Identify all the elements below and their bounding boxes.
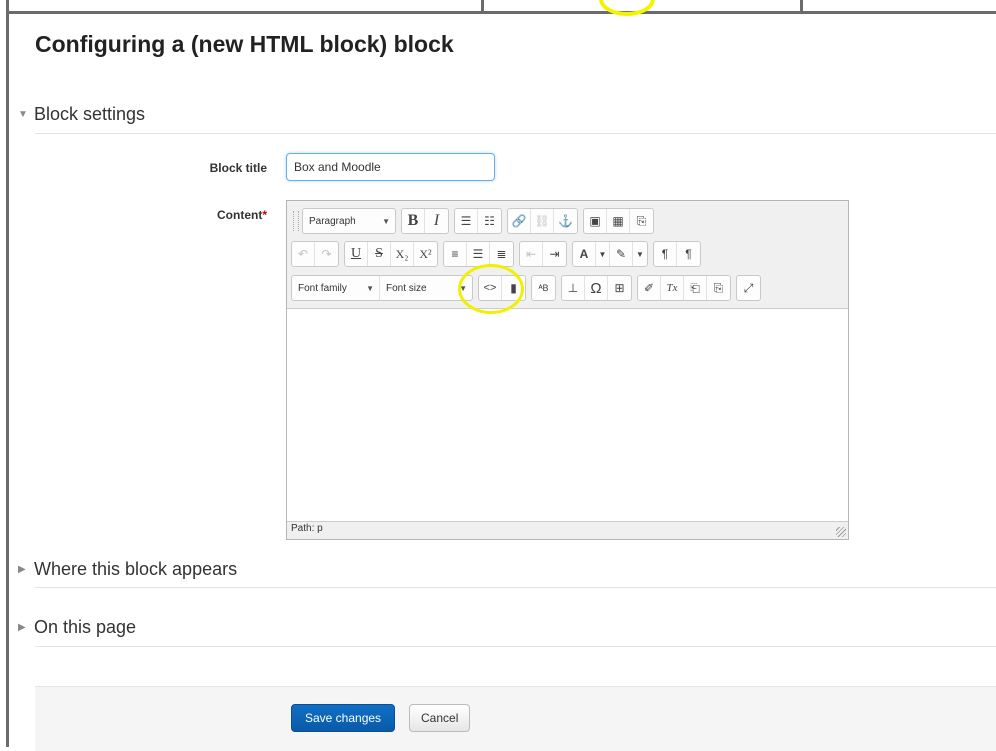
save-changes-button[interactable]: Save changes bbox=[291, 704, 396, 732]
content-label: Content* bbox=[217, 208, 267, 222]
font-size-select[interactable]: Font size ▼ bbox=[380, 276, 472, 300]
align-left-icon[interactable]: ≡ bbox=[444, 242, 467, 266]
indent-icon[interactable]: ⇥ bbox=[543, 242, 566, 266]
color-group: A ▼ ✎ ▼ bbox=[572, 241, 648, 267]
chevron-down-icon: ▼ bbox=[366, 283, 374, 293]
source-group: <> ▮ bbox=[478, 275, 526, 301]
fullscreen-icon[interactable]: ⤢ bbox=[737, 276, 760, 300]
paste-word-icon[interactable]: ⎘ bbox=[707, 276, 730, 300]
block-title-label: Block title bbox=[209, 161, 267, 175]
clean-group: ✐ Tx ⎗ ⎘ bbox=[637, 275, 731, 301]
page-title: Configuring a (new HTML block) block bbox=[35, 31, 454, 57]
chevron-down-icon: ▼ bbox=[382, 216, 390, 226]
numbered-list-icon[interactable]: ☷ bbox=[478, 209, 501, 233]
divider bbox=[35, 646, 996, 647]
path-status: Path: p bbox=[291, 523, 323, 534]
collapsed-triangle-icon: ▶ bbox=[18, 622, 26, 633]
section-label: Where this block appears bbox=[34, 559, 238, 579]
screenshot-frame-left bbox=[0, 0, 9, 747]
section-label: On this page bbox=[34, 617, 137, 637]
spellcheck-icon[interactable]: ▮ bbox=[502, 276, 525, 300]
section-where-appears[interactable]: ▶ Where this block appears bbox=[18, 559, 237, 580]
highlight-arc bbox=[599, 0, 655, 16]
clear-format-icon[interactable]: Tx bbox=[661, 276, 684, 300]
form-footer bbox=[35, 686, 996, 751]
link-group: 🔗 ⛓ ⚓ bbox=[507, 208, 578, 234]
rtl-icon[interactable]: ¶ bbox=[677, 242, 700, 266]
callout-box bbox=[481, 0, 803, 16]
content-edit-area[interactable] bbox=[287, 308, 848, 522]
direction-group: ¶ ¶ bbox=[653, 241, 701, 267]
special-char-icon[interactable]: Ω bbox=[585, 276, 608, 300]
section-block-settings[interactable]: ▼ Block settings bbox=[18, 104, 145, 125]
media-group: ▣ ▦ ⎘ bbox=[583, 208, 654, 234]
toolbar-row-1: Paragraph ▼ B I ☰ ☷ 🔗 ⛓ ⚓ ▣ ▦ ⎘ bbox=[291, 208, 659, 234]
toolbar-grip bbox=[293, 211, 299, 231]
link-icon[interactable]: 🔗 bbox=[508, 209, 531, 233]
change-case-icon[interactable]: ᴬB bbox=[532, 276, 555, 300]
indent-group: ⇤ ⇥ bbox=[519, 241, 567, 267]
required-asterisk: * bbox=[262, 208, 267, 222]
image-icon[interactable]: ▣ bbox=[584, 209, 607, 233]
text-color-icon[interactable]: A bbox=[573, 242, 596, 266]
section-on-this-page[interactable]: ▶ On this page bbox=[18, 617, 136, 638]
paragraph-group: Paragraph ▼ bbox=[302, 208, 396, 234]
table-icon[interactable]: ⊞ bbox=[608, 276, 631, 300]
file-manage-icon[interactable]: ⎘ bbox=[630, 209, 653, 233]
html-source-icon[interactable]: <> bbox=[479, 276, 502, 300]
outdent-icon[interactable]: ⇤ bbox=[520, 242, 543, 266]
fullscreen-group: ⤢ bbox=[736, 275, 761, 301]
cancel-button[interactable]: Cancel bbox=[409, 704, 471, 732]
undo-icon[interactable]: ↶ bbox=[292, 242, 315, 266]
insert-group: ⊥ Ω ⊞ bbox=[561, 275, 632, 301]
media-icon[interactable]: ▦ bbox=[607, 209, 630, 233]
block-title-input[interactable] bbox=[286, 153, 495, 181]
italic-button[interactable]: I bbox=[425, 209, 448, 233]
redo-icon[interactable]: ↷ bbox=[315, 242, 338, 266]
section-label: Block settings bbox=[34, 104, 146, 124]
underline-button[interactable]: U bbox=[345, 242, 368, 266]
superscript-button[interactable]: X² bbox=[414, 242, 437, 266]
html-editor: Paragraph▼ B I ☰ ☷ 🔗 ⛓ ⚓ ▣ ▦ ⎘ ↶ ↷ U S bbox=[286, 200, 849, 540]
history-group: ↶ ↷ bbox=[291, 241, 339, 267]
unlink-icon[interactable]: ⛓ bbox=[531, 209, 554, 233]
toolbar-row-2: ↶ ↷ U S X₂ X² ≡ ☰ ≣ ⇤ ⇥ A ▼ ✎ ▼ ¶ ¶ bbox=[291, 241, 706, 267]
resize-handle[interactable] bbox=[836, 527, 846, 537]
insert-hr-icon[interactable]: ⊥ bbox=[562, 276, 585, 300]
font-group: Font family ▼ Font size ▼ bbox=[291, 275, 473, 301]
chevron-down-icon: ▼ bbox=[459, 283, 467, 293]
list-group: ☰ ☷ bbox=[454, 208, 502, 234]
strikethrough-button[interactable]: S bbox=[368, 242, 391, 266]
cleanup-brush-icon[interactable]: ✐ bbox=[638, 276, 661, 300]
align-center-icon[interactable]: ☰ bbox=[467, 242, 490, 266]
font-family-select[interactable]: Font family ▼ bbox=[292, 276, 380, 300]
collapsed-triangle-icon: ▶ bbox=[18, 564, 26, 575]
ltr-icon[interactable]: ¶ bbox=[654, 242, 677, 266]
divider bbox=[35, 587, 996, 588]
bullet-list-icon[interactable]: ☰ bbox=[455, 209, 478, 233]
expanded-triangle-icon: ▼ bbox=[18, 109, 28, 120]
align-right-icon[interactable]: ≣ bbox=[490, 242, 513, 266]
text-style-group: U S X₂ X² bbox=[344, 241, 438, 267]
subscript-button[interactable]: X₂ bbox=[391, 242, 414, 266]
chevron-down-icon[interactable]: ▼ bbox=[596, 242, 610, 266]
background-color-icon[interactable]: ✎ bbox=[610, 242, 633, 266]
anchor-icon[interactable]: ⚓ bbox=[554, 209, 577, 233]
divider bbox=[35, 133, 996, 134]
case-group: ᴬB bbox=[531, 275, 556, 301]
bold-button[interactable]: B bbox=[402, 209, 425, 233]
paragraph-select[interactable]: Paragraph ▼ bbox=[303, 209, 395, 233]
paste-text-icon[interactable]: ⎗ bbox=[684, 276, 707, 300]
align-group: ≡ ☰ ≣ bbox=[443, 241, 514, 267]
toolbar-row-3: Font family ▼ Font size ▼ <> ▮ ᴬB ⊥ Ω ⊞ ✐ … bbox=[291, 275, 766, 301]
format-group: B I bbox=[401, 208, 449, 234]
chevron-down-icon[interactable]: ▼ bbox=[633, 242, 647, 266]
